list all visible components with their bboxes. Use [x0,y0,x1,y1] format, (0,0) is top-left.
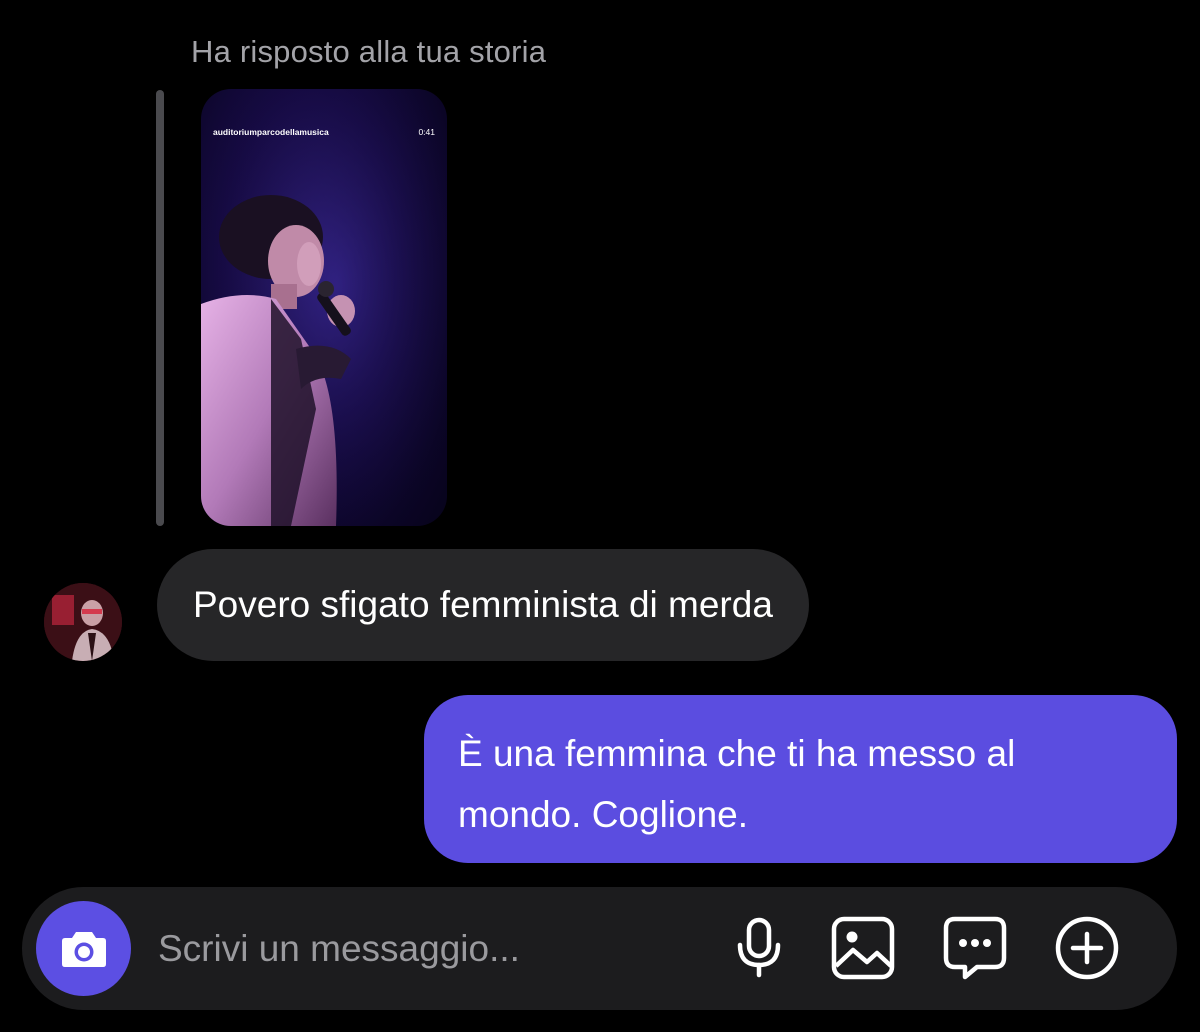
singer-photo [201,89,447,526]
story-header: auditoriumparcodellamusica 0:41 [213,127,435,137]
sticker-message-button[interactable] [942,915,1008,981]
message-composer [22,887,1177,1010]
story-reply-label: Ha risposto alla tua storia [191,34,547,69]
plus-icon [1055,916,1119,980]
message-input[interactable] [158,923,678,975]
sticker-message-icon [943,916,1007,980]
story-time: 0:41 [418,127,435,137]
reply-quote-bar [156,90,164,526]
microphone-button[interactable] [726,915,792,981]
incoming-message[interactable]: Povero sfigato femminista di merda [157,549,809,661]
contact-avatar[interactable] [44,583,122,661]
plus-button[interactable] [1054,915,1120,981]
microphone-icon [737,917,781,978]
chat-screen: Ha risposto alla tua storia auditoriumpa… [0,0,1200,1032]
story-preview[interactable]: auditoriumparcodellamusica 0:41 [201,89,447,526]
camera-icon [61,931,106,967]
gallery-button[interactable] [830,915,896,981]
outgoing-message[interactable]: È una femmina che ti ha messo al mondo. … [424,695,1177,863]
avatar-photo [44,583,122,661]
camera-button[interactable] [36,901,131,996]
gallery-icon [831,916,895,980]
story-username: auditoriumparcodellamusica [213,127,329,137]
